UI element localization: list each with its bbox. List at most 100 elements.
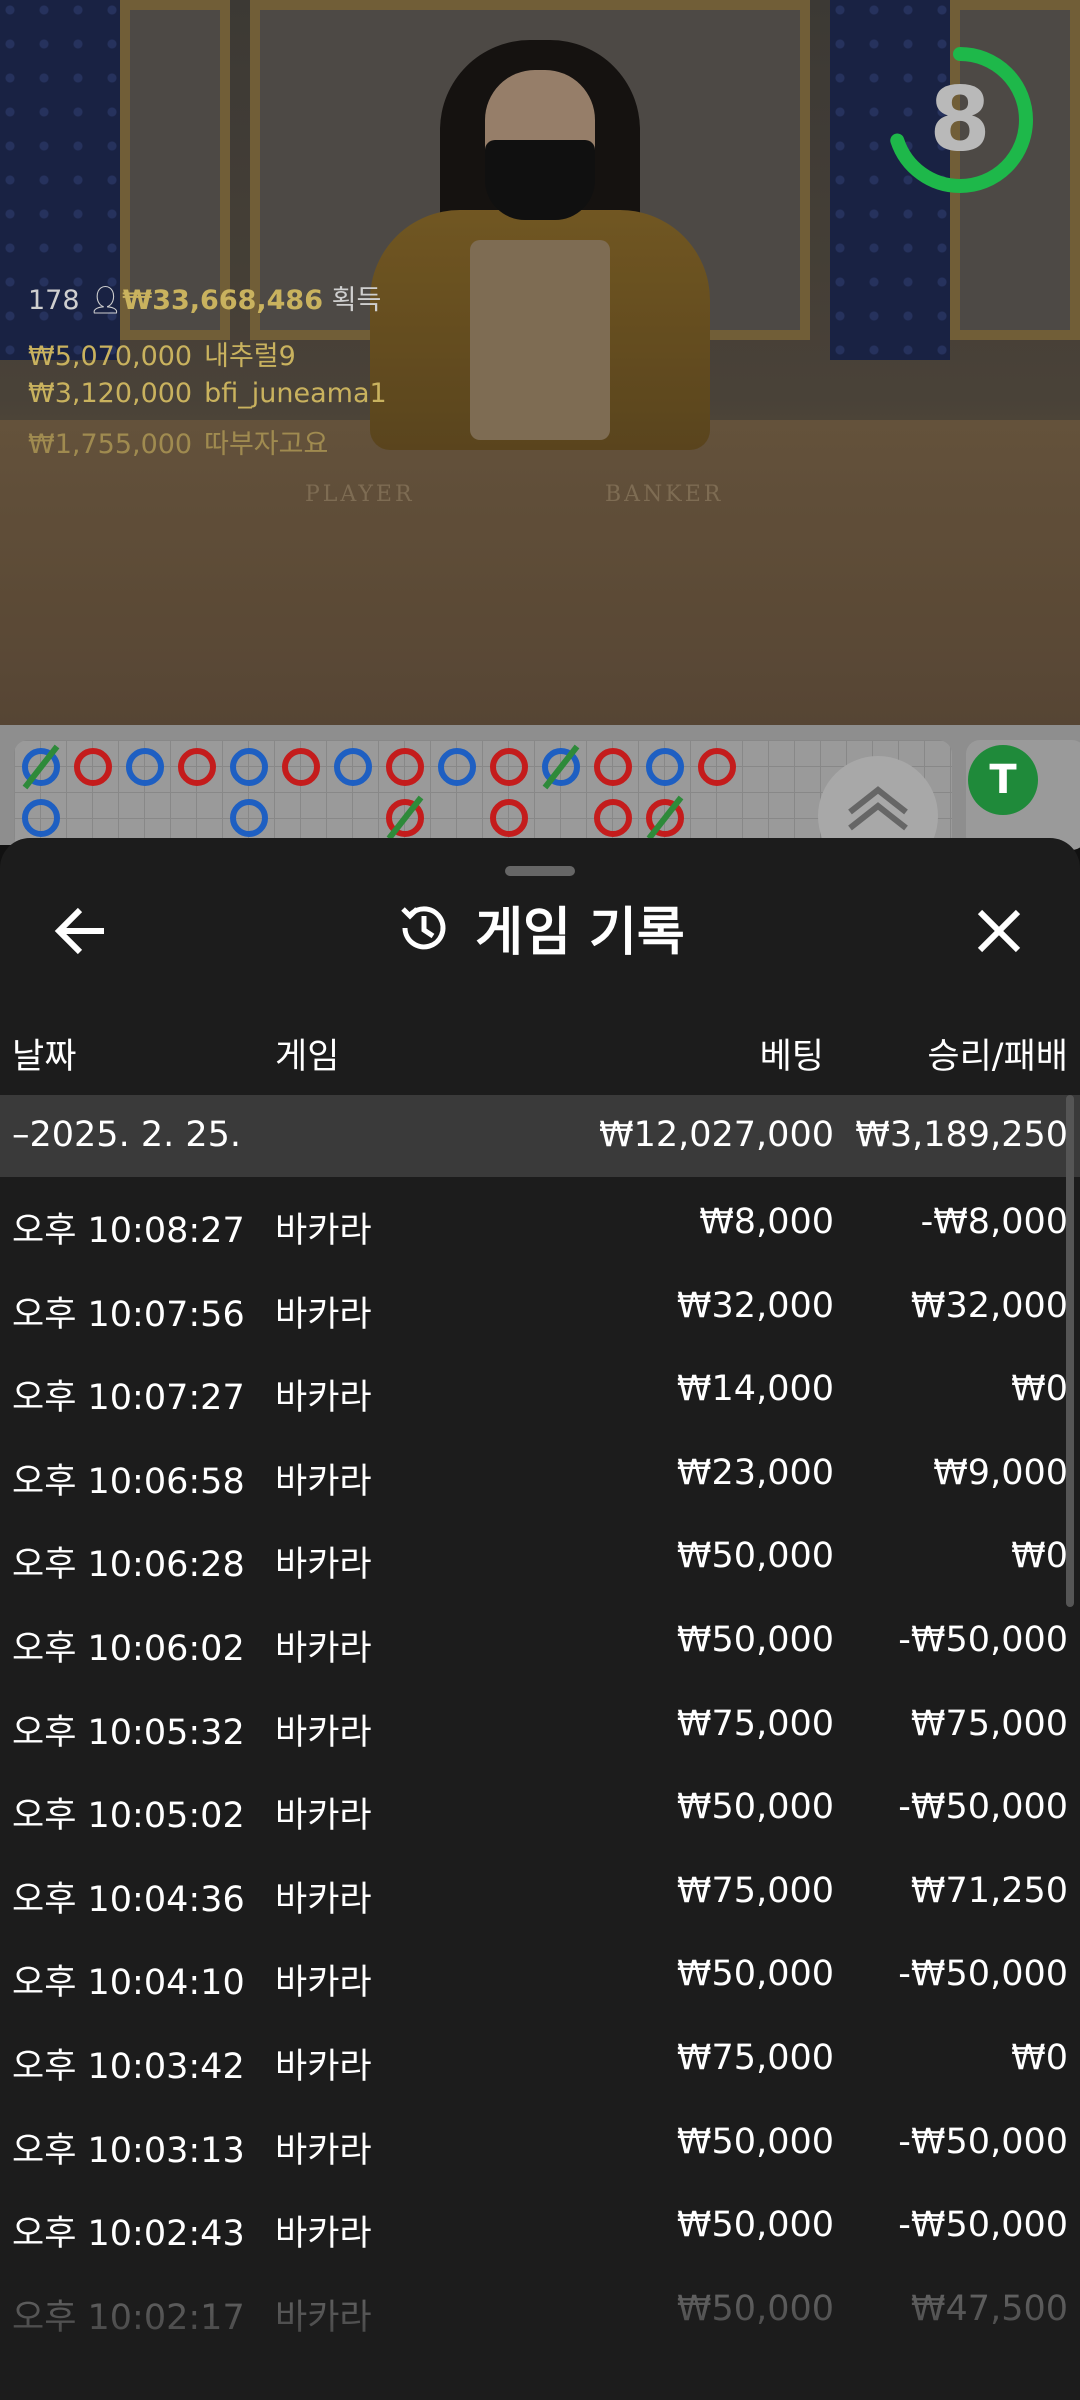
winner-item: ₩1,755,000 따부자고요 [28,429,329,460]
column-header-game[interactable]: 게임 [275,1028,339,1079]
banker-bead [178,748,216,786]
row-result: -₩8,000 [920,1202,1068,1242]
banker-bead [594,748,632,786]
row-bet: ₩14,000 [676,1369,834,1410]
countdown-number: 8 [929,68,991,171]
tie-badge: T [968,745,1038,815]
row-time: 오후 10:06:58 [12,1461,245,1502]
date-group-result-total: ₩3,189,250 [855,1115,1068,1155]
row-time: 오후 10:05:32 [12,1712,245,1753]
row-game: 바카라 [275,1879,372,1920]
date-group-label: –2025. 2. 25. [12,1115,242,1155]
row-bet: ₩50,000 [676,1536,834,1577]
person-icon: 👤︎ [88,285,123,316]
row-time: 오후 10:05:02 [12,1796,245,1837]
banker-bead [386,748,424,786]
row-time: 오후 10:04:10 [12,1963,245,2004]
player-bead [126,748,164,786]
winner-item: ₩3,120,000 bfi_juneama1 [28,378,387,409]
row-game: 바카라 [275,2047,372,2087]
row-game: 바카라 [275,1378,372,1419]
row-result: ₩75,000 [910,1703,1068,1744]
winners-label: 획득 [331,285,382,316]
player-bead [230,799,268,837]
row-game: 바카라 [275,1211,372,1251]
banker-bead [490,799,528,837]
row-bet: ₩75,000 [676,1703,834,1744]
table-row[interactable]: 오후 10:07:56 바카라 ₩32,000 ₩32,000 [0,1262,1080,1346]
chevron-up-icon [848,786,908,831]
row-bet: ₩50,000 [676,1787,834,1828]
player-bead [334,748,372,786]
row-game: 바카라 [275,2130,372,2171]
scrollbar[interactable] [1066,1095,1074,1607]
banker-bead [698,748,736,786]
row-bet: ₩75,000 [676,1870,834,1911]
row-bet: ₩23,000 [676,1452,834,1493]
table-row[interactable]: 오후 10:07:27 바카라 ₩14,000 ₩0 [0,1345,1080,1429]
table-row[interactable]: 오후 10:03:42 바카라 ₩75,000 ₩0 [0,2014,1080,2098]
sheet-header: 게임 기록 [0,890,1080,974]
table-row[interactable]: 오후 10:04:36 바카라 ₩75,000 ₩71,250 [0,1847,1080,1931]
banker-bead [594,799,632,837]
winners-summary: 178 👤︎₩33,668,486 획득 [28,278,381,317]
player-bead [438,748,476,786]
row-result: ₩0 [1011,1369,1068,1410]
row-bet: ₩32,000 [676,1285,834,1326]
row-game: 바카라 [275,1294,372,1335]
row-game: 바카라 [275,1545,372,1586]
banker-bead [490,748,528,786]
row-bet: ₩50,000 [676,1620,834,1660]
row-time: 오후 10:07:27 [12,1378,245,1419]
column-header-bet[interactable]: 베팅 [600,1028,824,1079]
row-time: 오후 10:06:02 [12,1629,245,1669]
winner-item: ₩5,070,000 내추럴9 [28,341,296,372]
player-bead [230,748,268,786]
column-header-date[interactable]: 날짜 [12,1028,76,1079]
row-result: ₩0 [1011,2038,1068,2078]
row-game: 바카라 [275,1461,372,1502]
row-time: 오후 10:08:27 [12,1211,245,1251]
table-row[interactable]: 오후 10:06:58 바카라 ₩23,000 ₩9,000 [0,1429,1080,1513]
row-result: -₩50,000 [898,1954,1068,1995]
row-result: -₩50,000 [898,1787,1068,1828]
player-bead [646,748,684,786]
winners-count: 178 [28,285,80,316]
table-row[interactable]: 오후 10:08:27 바카라 ₩8,000 -₩8,000 [0,1178,1080,1262]
player-bead [22,799,60,837]
winners-total: ₩33,668,486 [122,285,324,316]
row-game: 바카라 [275,1629,372,1669]
table-row[interactable]: 오후 10:05:02 바카라 ₩50,000 -₩50,000 [0,1763,1080,1847]
table-row[interactable]: 오후 10:06:28 바카라 ₩50,000 ₩0 [0,1512,1080,1596]
table-row[interactable]: 오후 10:06:02 바카라 ₩50,000 -₩50,000 [0,1596,1080,1680]
row-result: -₩50,000 [898,2121,1068,2162]
table-row[interactable]: 오후 10:05:32 바카라 ₩75,000 ₩75,000 [0,1680,1080,1764]
close-button[interactable] [966,898,1032,964]
row-time: 오후 10:07:56 [12,1294,245,1335]
banker-bead [74,748,112,786]
row-game: 바카라 [275,2214,372,2255]
live-video[interactable]: PLAYER BANKER 8 178 👤︎₩33,668,486 획득 ₩5,… [0,0,1080,725]
row-bet: ₩8,000 [699,1202,834,1242]
row-result: -₩50,000 [898,2205,1068,2246]
close-icon [977,909,1021,953]
row-bet: ₩50,000 [676,1954,834,1995]
row-result: ₩32,000 [910,1285,1068,1326]
row-game: 바카라 [275,1796,372,1837]
row-time: 오후 10:06:28 [12,1545,245,1586]
row-result: ₩0 [1011,1536,1068,1577]
date-group-row[interactable]: –2025. 2. 25. ₩12,027,000 ₩3,189,250 [0,1095,1080,1177]
table-row[interactable]: 오후 10:02:43 바카라 ₩50,000 -₩50,000 [0,2181,1080,2265]
row-result: -₩50,000 [898,1620,1068,1660]
table-row[interactable]: 오후 10:04:10 바카라 ₩50,000 -₩50,000 [0,1930,1080,2014]
column-header-result[interactable]: 승리/패배 [840,1028,1068,1079]
game-history-sheet: 게임 기록 날짜 게임 베팅 승리/패배 –2025. 2. 25. ₩12,0… [0,838,1080,2400]
sheet-drag-handle[interactable] [505,866,575,876]
row-time: 오후 10:03:13 [12,2130,245,2171]
row-time: 오후 10:02:43 [12,2214,245,2255]
history-icon [401,905,446,949]
sheet-title: 게임 기록 [475,903,685,963]
table-row[interactable]: 오후 10:03:13 바카라 ₩50,000 -₩50,000 [0,2098,1080,2182]
row-game: 바카라 [275,1963,372,2004]
banker-bead [282,748,320,786]
